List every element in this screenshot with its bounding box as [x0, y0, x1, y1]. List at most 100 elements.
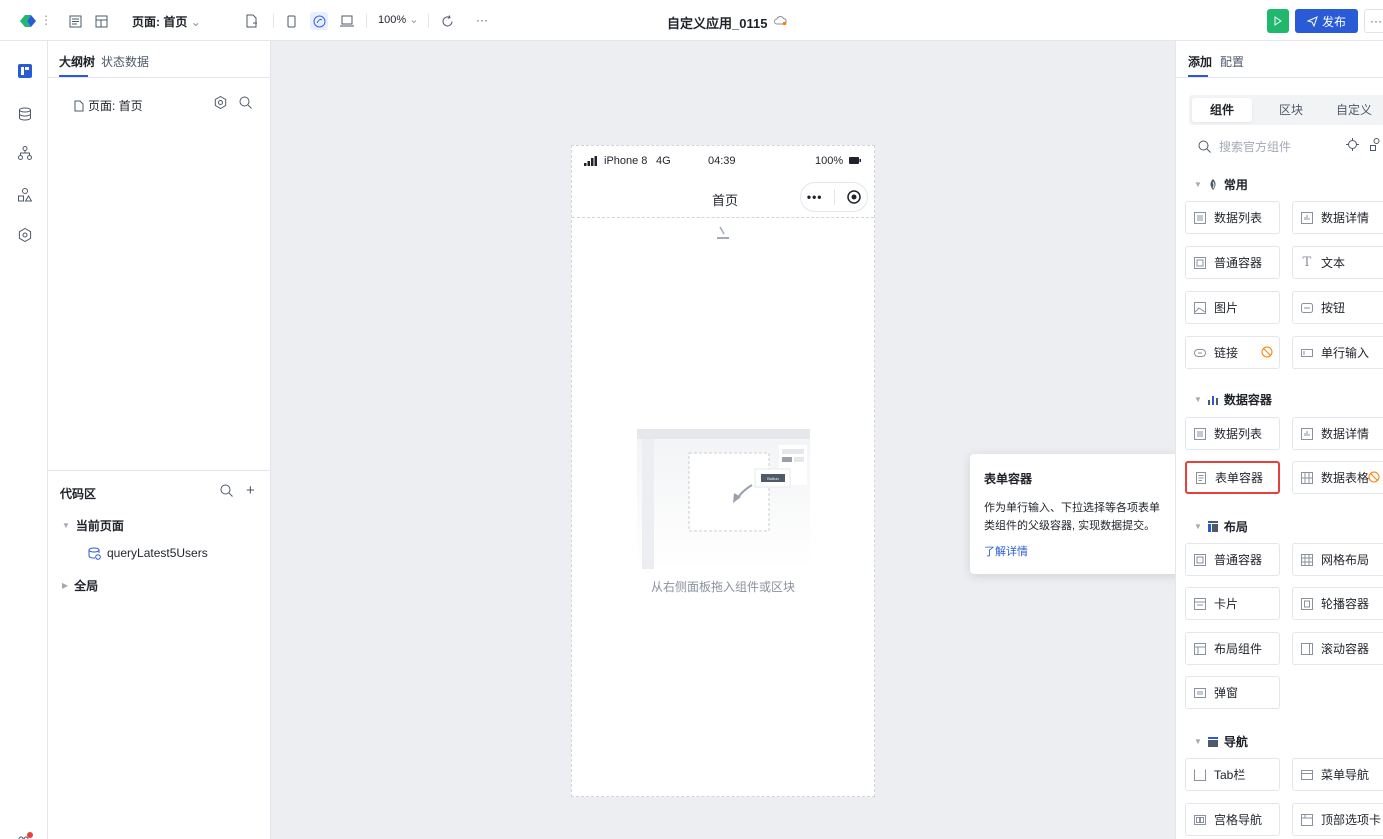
list-icon — [1194, 211, 1206, 224]
user-avatar-icon[interactable] — [17, 829, 33, 839]
deprecated-badge-icon — [1368, 471, 1380, 483]
active-tab-indicator — [59, 75, 88, 77]
settings-icon[interactable] — [17, 227, 33, 243]
battery-icon — [849, 157, 861, 164]
card-label: Tab栏 — [1214, 768, 1246, 782]
component-card-data-detail[interactable]: 数据详情 — [1292, 201, 1383, 234]
card-label: 文本 — [1321, 256, 1346, 270]
code-group-current-page[interactable]: ▼ 当前页面 — [62, 517, 124, 534]
capsule-more-icon[interactable]: ••• — [807, 190, 823, 204]
desktop-device-icon[interactable] — [338, 12, 356, 30]
query-icon — [88, 547, 101, 560]
locate-icon[interactable] — [1346, 138, 1359, 151]
section-navigation[interactable]: ▼ 导航 — [1194, 733, 1248, 750]
component-card-menu-nav[interactable]: 菜单导航 — [1292, 758, 1383, 791]
flow-icon[interactable] — [17, 145, 33, 161]
image-icon — [1194, 301, 1206, 314]
refresh-icon[interactable] — [438, 12, 456, 30]
query-item-label: queryLatest5Users — [107, 546, 208, 560]
illus-button-text: Button — [767, 476, 779, 481]
miniprogram-capsule[interactable]: ••• — [800, 182, 868, 212]
component-card-link[interactable]: 链接 — [1185, 336, 1280, 369]
component-card-grid-nav[interactable]: 宫格导航 — [1185, 803, 1280, 836]
logo-menu-dots[interactable]: ⋮ — [40, 13, 52, 27]
component-card-top-tabs[interactable]: 顶部选项卡 — [1292, 803, 1383, 836]
component-card-container[interactable]: 普通容器 — [1185, 246, 1280, 279]
seg-custom[interactable]: 自定义 — [1324, 98, 1383, 122]
layout-view-icon[interactable] — [92, 12, 110, 30]
zoom-selector[interactable]: 100% ⌄ — [378, 13, 418, 26]
right-panel-tabs: 添加 配置 — [1176, 41, 1383, 78]
component-card-single-input[interactable]: 单行输入 — [1292, 336, 1383, 369]
outline-panel: 大纲树 状态数据 页面: 首页 代码区 + ▼ 当前页面 queryLatest… — [48, 41, 271, 839]
new-page-icon[interactable] — [242, 12, 260, 30]
outline-panel-icon[interactable] — [17, 63, 33, 79]
add-code-icon[interactable]: + — [246, 482, 255, 499]
component-card-data-list[interactable]: 数据列表 — [1185, 417, 1280, 450]
more-button[interactable]: ··· — [1364, 9, 1383, 33]
drop-hint-icon — [717, 226, 729, 239]
component-tooltip: 表单容器 作为单行输入、下拉选择等各项表单类组件的父级容器, 实现数据提交。 了… — [970, 454, 1180, 574]
section-navigation-label: 导航 — [1223, 735, 1248, 749]
section-common[interactable]: ▼ 常用 — [1194, 176, 1248, 193]
component-card-modal[interactable]: 弹窗 — [1185, 676, 1280, 709]
card-label: 网格布局 — [1321, 553, 1370, 567]
scroll-icon — [1301, 642, 1313, 655]
component-card-data-detail[interactable]: 数据详情 — [1292, 417, 1383, 450]
nav-section-icon — [1207, 736, 1218, 747]
layout-section-icon — [1207, 521, 1218, 532]
publish-button[interactable]: 发布 — [1295, 9, 1358, 33]
component-card-image[interactable]: 图片 — [1185, 291, 1280, 324]
capsule-close-icon[interactable] — [847, 190, 861, 204]
nav-title: 首页 — [712, 193, 739, 208]
page-settings-icon[interactable] — [214, 95, 227, 112]
tree-node-page[interactable]: 页面: 首页 — [74, 97, 143, 114]
component-card-tab-bar[interactable]: Tab栏 — [1185, 758, 1280, 791]
miniprogram-device-icon[interactable] — [310, 12, 328, 30]
code-group-global[interactable]: ▶ 全局 — [62, 577, 98, 594]
component-card-scroll-container[interactable]: 滚动容器 — [1292, 632, 1383, 665]
component-market-icon[interactable] — [1370, 138, 1383, 151]
component-card-grid-layout[interactable]: 网格布局 — [1292, 543, 1383, 576]
component-search[interactable]: 搜索官方组件 — [1198, 138, 1291, 155]
component-card-layout-component[interactable]: 布局组件 — [1185, 632, 1280, 665]
page-selector[interactable]: 页面: 首页 ⌄ — [132, 13, 201, 30]
phone-preview-canvas[interactable]: iPhone 8 4G 04:39 100% 首页 ••• Button 从右侧… — [571, 145, 875, 797]
component-card-button[interactable]: 按钮 — [1292, 291, 1383, 324]
carousel-icon — [1301, 597, 1313, 610]
component-card-text[interactable]: T 文本 — [1292, 246, 1383, 279]
section-layout[interactable]: ▼ 布局 — [1194, 518, 1248, 535]
seg-component[interactable]: 组件 — [1192, 98, 1252, 122]
cloud-sync-icon — [774, 14, 787, 28]
component-card-form-container[interactable]: 表单容器 — [1185, 461, 1280, 494]
component-card-data-table[interactable]: 数据表格 — [1292, 461, 1383, 494]
section-data-container[interactable]: ▼ 数据容器 — [1194, 391, 1272, 408]
app-logo-icon[interactable] — [18, 13, 38, 29]
outline-view-icon[interactable] — [66, 12, 84, 30]
component-card-carousel[interactable]: 轮播容器 — [1292, 587, 1383, 620]
modal-icon — [1194, 687, 1206, 699]
card-label: 图片 — [1214, 301, 1239, 315]
top-tabs-icon — [1301, 813, 1313, 826]
search-input[interactable]: 搜索官方组件 — [1219, 138, 1291, 155]
component-card-card[interactable]: 卡片 — [1185, 587, 1280, 620]
seg-block[interactable]: 区块 — [1261, 98, 1321, 122]
deprecated-badge-icon — [1261, 346, 1273, 358]
mobile-device-icon[interactable] — [282, 12, 300, 30]
container-icon — [1194, 553, 1206, 566]
component-card-data-list[interactable]: 数据列表 — [1185, 201, 1280, 234]
components-icon[interactable] — [17, 187, 33, 203]
tab-config[interactable]: 配置 — [1220, 53, 1244, 70]
tab-outline[interactable]: 大纲树 — [59, 53, 95, 70]
tab-state-data[interactable]: 状态数据 — [101, 53, 149, 70]
code-search-icon[interactable] — [220, 484, 233, 500]
database-icon[interactable] — [17, 106, 33, 122]
tab-add[interactable]: 添加 — [1188, 53, 1212, 70]
preview-run-button[interactable] — [1267, 9, 1289, 33]
code-item-query[interactable]: queryLatest5Users — [88, 546, 208, 560]
tooltip-learn-more-link[interactable]: 了解详情 — [984, 543, 1166, 559]
more-tools-icon[interactable]: ··· — [476, 13, 488, 27]
component-card-container[interactable]: 普通容器 — [1185, 543, 1280, 576]
code-area-title: 代码区 — [60, 487, 97, 501]
tree-search-icon[interactable] — [239, 96, 252, 112]
